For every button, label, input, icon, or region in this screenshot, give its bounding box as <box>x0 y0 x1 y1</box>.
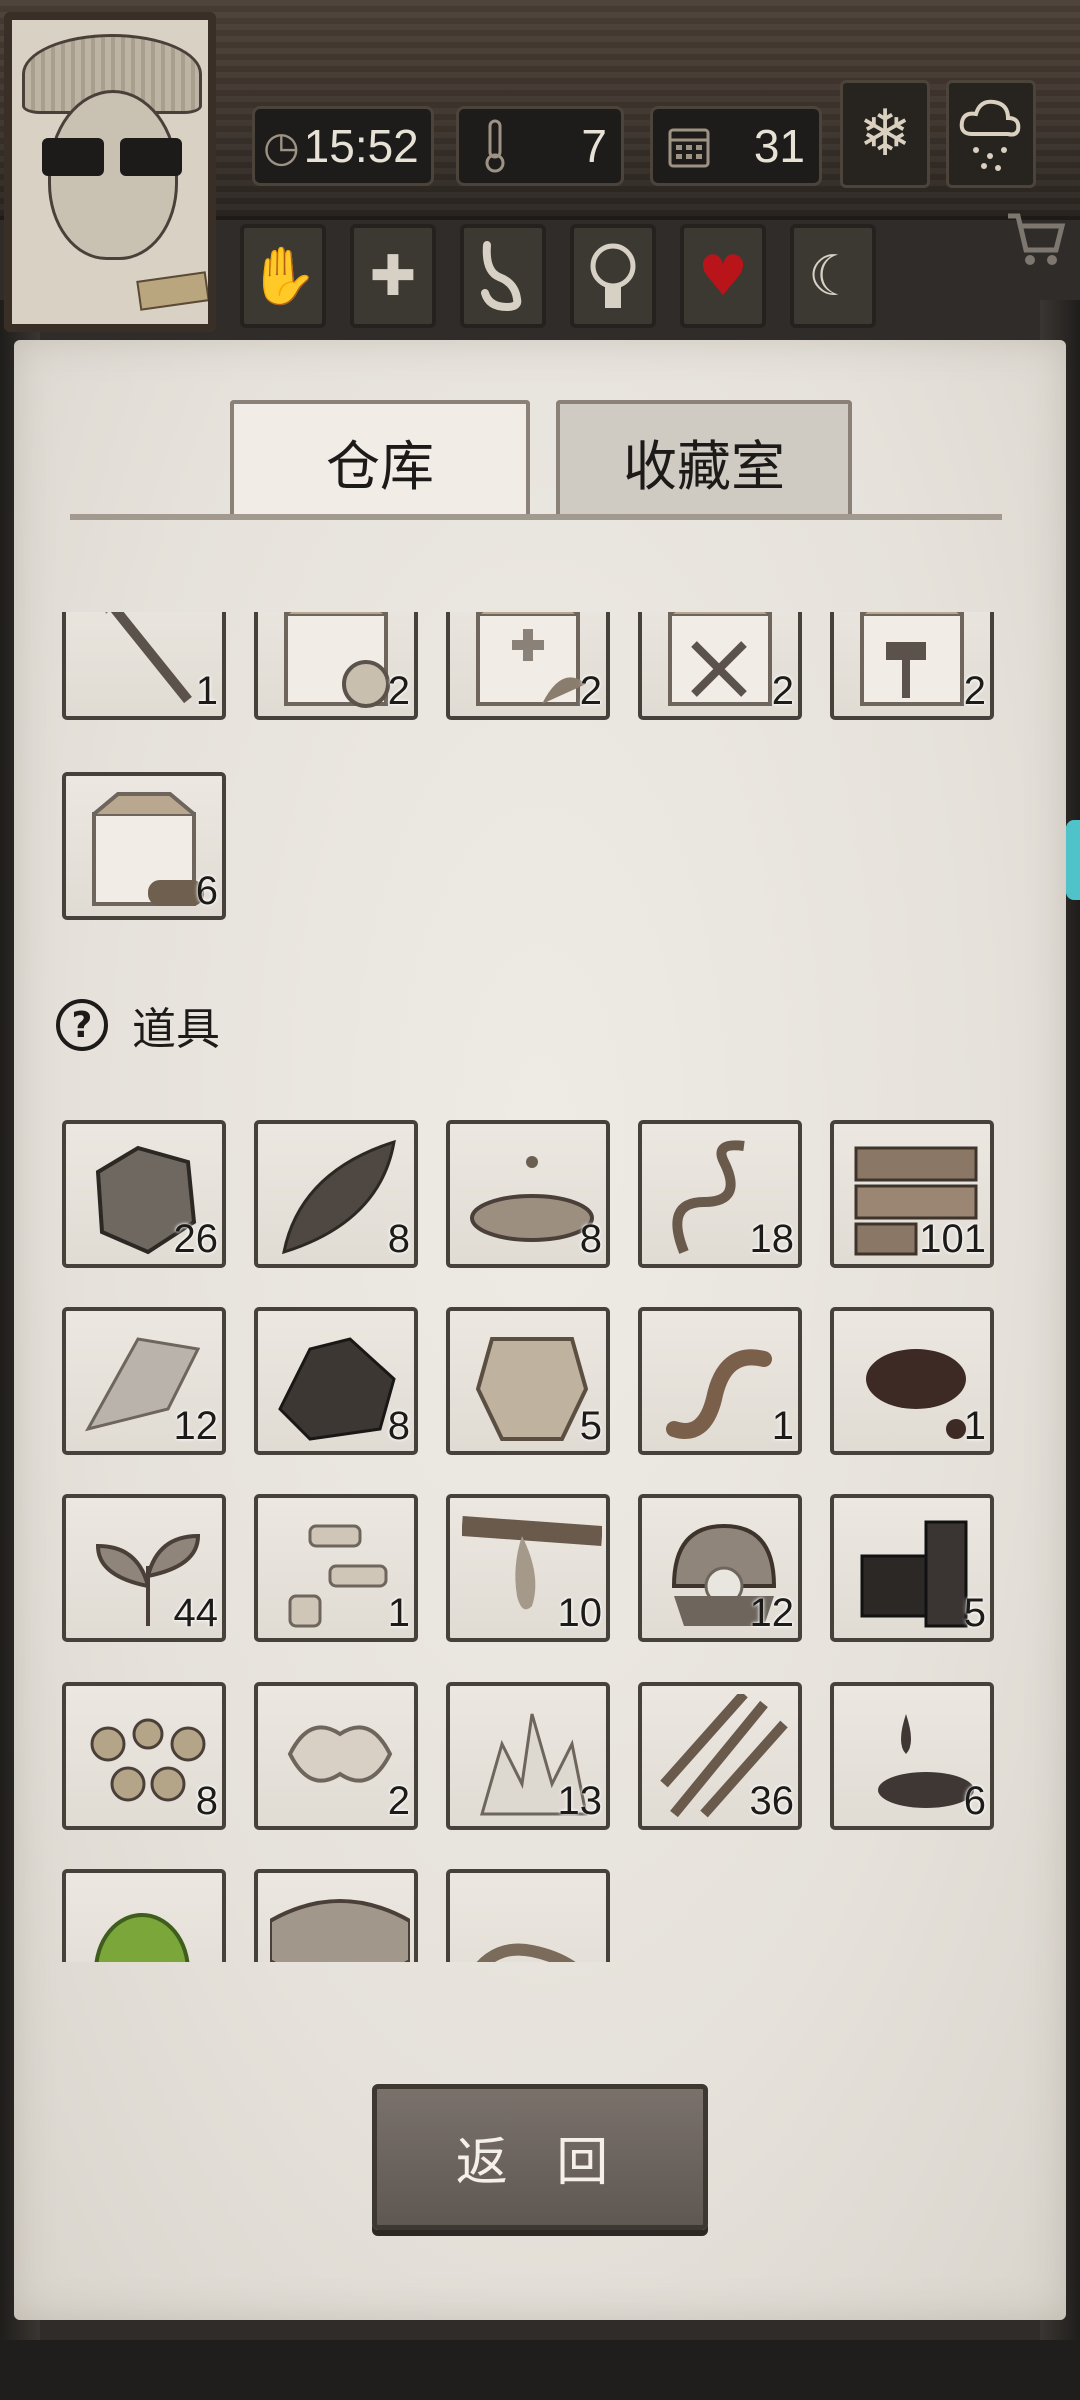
prop-slot[interactable]: 2 <box>254 1682 418 1830</box>
item-count: 6 <box>195 869 218 913</box>
prop-slot[interactable] <box>62 1869 226 1962</box>
prop-slot[interactable]: 5 <box>446 1307 610 1455</box>
item-count: 8 <box>195 1779 218 1823</box>
item-count: 13 <box>557 1779 603 1823</box>
prop-slot[interactable]: 101 <box>830 1120 994 1268</box>
status-bar: ✋ ✚ ♥ ☾ <box>240 224 876 328</box>
collection-slot[interactable]: 1 <box>62 612 226 720</box>
section-header: ? 道具 <box>56 990 220 1060</box>
item-count: 26 <box>173 1217 219 1261</box>
sunglasses-icon <box>42 138 182 178</box>
item-count: 44 <box>173 1591 219 1635</box>
item-count: 18 <box>749 1217 795 1261</box>
item-count: 1 <box>963 1404 986 1448</box>
prop-slot[interactable]: 1 <box>830 1307 994 1455</box>
item-count: 12 <box>749 1591 795 1635</box>
sleep-moon-icon[interactable]: ☾ <box>790 224 876 328</box>
item-count: 1 <box>195 669 218 713</box>
prop-slot[interactable] <box>446 1869 610 1962</box>
item-count: 1 <box>771 1404 794 1448</box>
temperature-display: 7 <box>456 106 624 186</box>
health-cross-icon[interactable]: ✚ <box>350 224 436 328</box>
item-count: 8 <box>387 1404 410 1448</box>
prop-slot[interactable]: 8 <box>254 1307 418 1455</box>
back-button[interactable]: 返 回 <box>372 2084 708 2230</box>
clock-icon: ◷ <box>263 122 300 170</box>
prop-slot[interactable]: 12 <box>638 1494 802 1642</box>
prop-slot[interactable]: 8 <box>254 1120 418 1268</box>
fish-icon <box>270 1899 410 1962</box>
tab-divider <box>70 514 1002 520</box>
stomach-icon[interactable] <box>460 224 546 328</box>
collection-slot[interactable]: 6 <box>62 772 226 920</box>
prop-slot[interactable]: 8 <box>446 1120 610 1268</box>
tab-bar: 仓库 收藏室 <box>70 400 1002 518</box>
prop-slot[interactable]: 18 <box>638 1120 802 1268</box>
thermometer-icon <box>467 118 523 174</box>
prop-slot[interactable]: 12 <box>62 1307 226 1455</box>
item-count: 12 <box>173 1404 219 1448</box>
green-gem-icon <box>94 1913 190 1962</box>
prop-slot[interactable]: 10 <box>446 1494 610 1642</box>
tab-warehouse[interactable]: 仓库 <box>230 400 530 518</box>
prop-slot[interactable]: 5 <box>830 1494 994 1642</box>
prop-slot[interactable]: 36 <box>638 1682 802 1830</box>
time-display: ◷ 15:52 <box>252 106 434 186</box>
collection-slot[interactable]: 2 <box>254 612 418 720</box>
day-value: 31 <box>753 120 805 172</box>
tab-collection[interactable]: 收藏室 <box>556 400 852 518</box>
time-value: 15:52 <box>303 120 419 172</box>
system-bar <box>0 2340 1080 2400</box>
prop-slot[interactable]: 26 <box>62 1120 226 1268</box>
hand-status-icon[interactable]: ✋ <box>240 224 326 328</box>
collection-slot[interactable]: 2 <box>446 612 610 720</box>
prop-slot[interactable]: 13 <box>446 1682 610 1830</box>
heart-icon[interactable]: ♥ <box>680 224 766 328</box>
item-count: 101 <box>919 1217 986 1261</box>
prop-slot[interactable]: 1 <box>638 1307 802 1455</box>
item-count: 5 <box>579 1404 602 1448</box>
snow-weather-icon[interactable]: ❄ <box>840 80 930 188</box>
item-count: 5 <box>963 1591 986 1635</box>
prop-slot[interactable]: 8 <box>62 1682 226 1830</box>
prop-slot[interactable] <box>254 1869 418 1962</box>
item-count: 2 <box>579 669 602 713</box>
item-count: 6 <box>963 1779 986 1823</box>
inventory-scroll-area[interactable]: 1 2 2 2 2 6 26 8 8 18 101 12 8 5 1 1 44 1 10 12 5 8 2 13 36 6 <box>14 612 1066 1962</box>
item-count: 1 <box>387 1591 410 1635</box>
item-count: 2 <box>963 669 986 713</box>
prop-slot[interactable]: 1 <box>254 1494 418 1642</box>
character-portrait[interactable] <box>4 12 216 332</box>
rain-weather-icon[interactable] <box>946 80 1036 188</box>
item-count: 8 <box>579 1217 602 1261</box>
item-count: 2 <box>387 669 410 713</box>
day-display: 31 <box>650 106 822 186</box>
item-count: 36 <box>749 1779 795 1823</box>
item-count: 10 <box>557 1591 603 1635</box>
brain-icon[interactable] <box>570 224 656 328</box>
item-count: 8 <box>387 1217 410 1261</box>
side-drawer-handle[interactable] <box>1066 820 1080 900</box>
section-title: 道具 <box>132 1004 220 1055</box>
temperature-value: 7 <box>581 120 607 172</box>
prop-slot[interactable]: 44 <box>62 1494 226 1642</box>
shop-cart-icon[interactable] <box>1004 210 1074 280</box>
collection-slot[interactable]: 2 <box>830 612 994 720</box>
calendar-icon <box>661 118 717 174</box>
badge-icon <box>136 271 208 311</box>
help-icon[interactable]: ? <box>56 999 108 1051</box>
prop-slot[interactable]: 6 <box>830 1682 994 1830</box>
item-count: 2 <box>387 1779 410 1823</box>
rope-icon <box>476 1943 576 1962</box>
item-count: 2 <box>771 669 794 713</box>
collection-slot[interactable]: 2 <box>638 612 802 720</box>
